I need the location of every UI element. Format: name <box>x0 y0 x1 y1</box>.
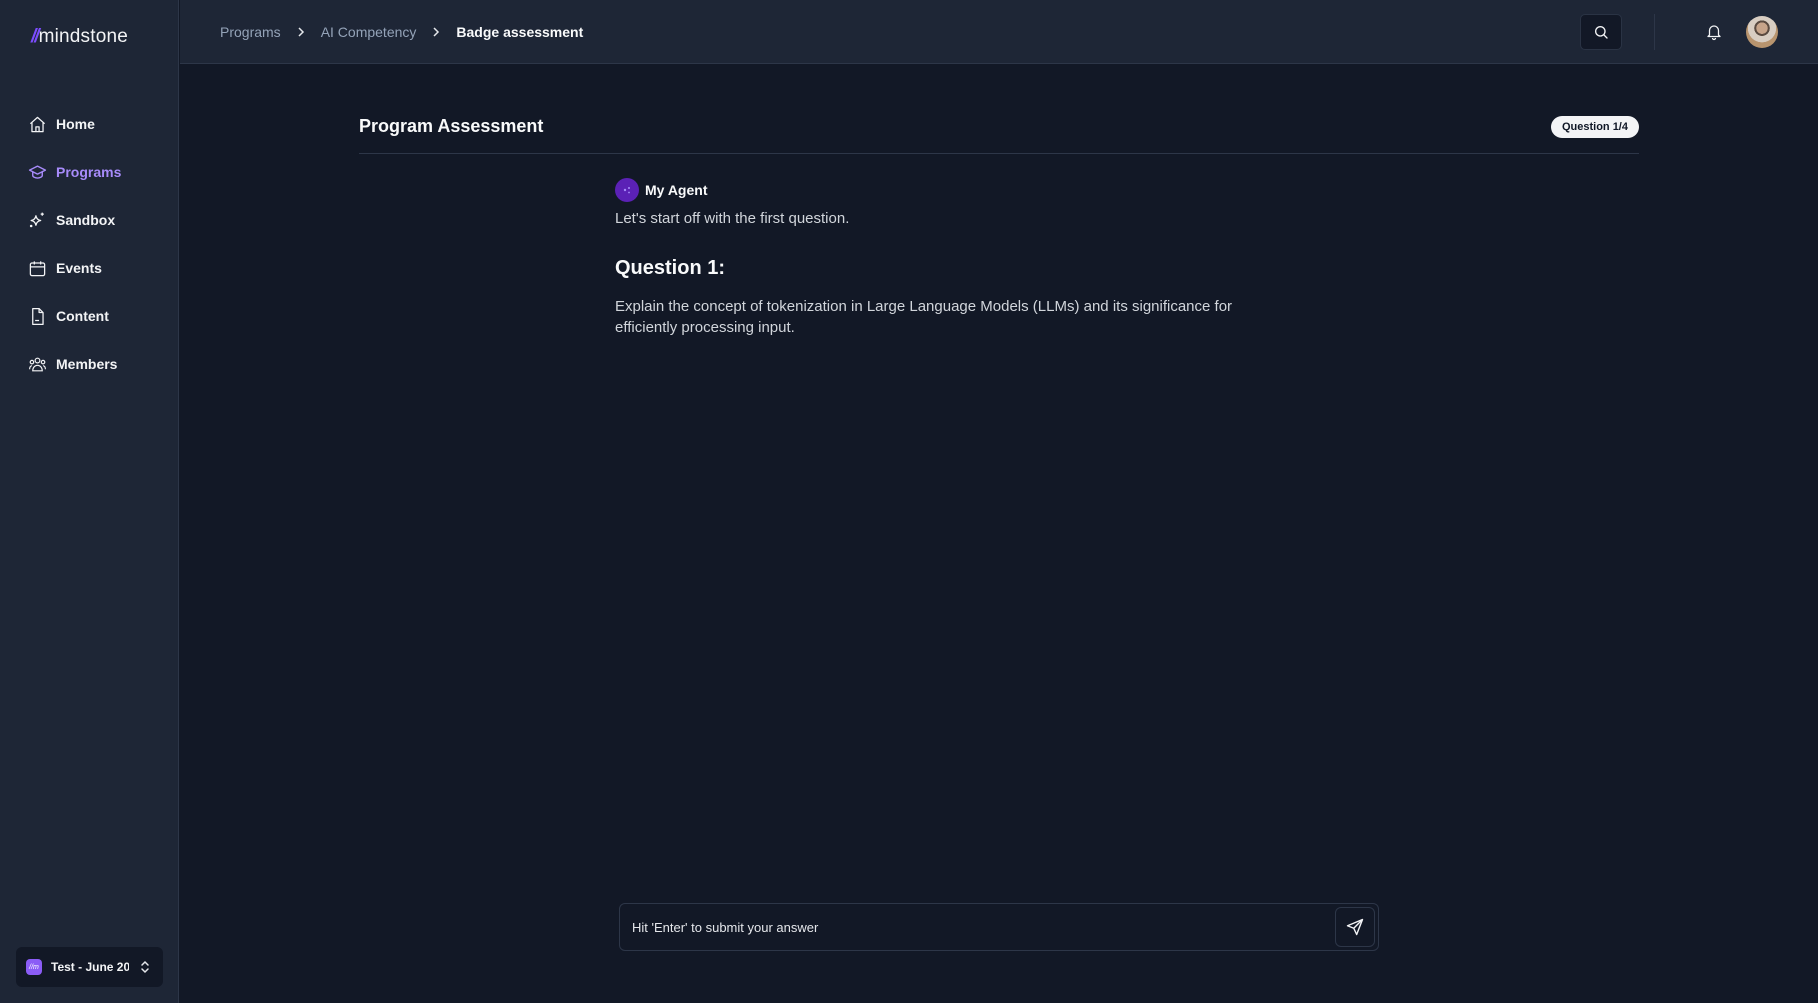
chevron-up-down-icon <box>141 960 149 974</box>
sidebar-item-home[interactable]: Home <box>0 100 179 148</box>
users-icon <box>28 357 47 371</box>
logo-text: mindstone <box>38 26 129 47</box>
sidebar-item-label: Home <box>56 116 95 132</box>
sparkles-icon <box>623 187 630 194</box>
sidebar-item-sandbox[interactable]: Sandbox <box>0 196 179 244</box>
chevron-right-icon <box>298 27 304 37</box>
sidebar-item-label: Content <box>56 308 109 324</box>
answer-input[interactable] <box>620 904 1335 950</box>
sparkles-icon <box>29 212 44 227</box>
page-title: Program Assessment <box>359 116 544 136</box>
home-icon <box>29 116 46 132</box>
breadcrumb-programs[interactable]: Programs <box>220 24 281 40</box>
agent-intro-text: Let's start off with the first question. <box>615 210 850 227</box>
sidebar-nav: Home Programs Sandbox Events Content Mem… <box>0 100 179 388</box>
divider <box>1654 14 1655 50</box>
sidebar-item-label: Programs <box>56 164 122 180</box>
document-icon <box>32 307 44 325</box>
user-avatar[interactable] <box>1746 16 1778 48</box>
workspace-switcher[interactable]: //m Test - June 20 <box>16 947 163 987</box>
breadcrumb: Programs AI Competency Badge assessment <box>220 0 583 64</box>
answer-composer <box>619 903 1379 951</box>
agent-header: My Agent <box>615 178 1315 202</box>
sidebar-item-programs[interactable]: Programs <box>0 148 179 196</box>
agent-name: My Agent <box>645 182 708 198</box>
chevron-right-icon <box>433 27 440 37</box>
sidebar-item-members[interactable]: Members <box>0 340 179 388</box>
assessment-header: Program Assessment Question 1/4 <box>359 100 1639 154</box>
notifications-button[interactable] <box>1702 20 1726 44</box>
workspace-name: Test - June 20 <box>51 960 129 974</box>
sidebar-item-label: Members <box>56 356 118 372</box>
question-text: Explain the concept of tokenization in L… <box>615 298 1233 336</box>
agent-message: My Agent Let's start off with the first … <box>615 178 1315 338</box>
question-title: Question 1: <box>615 257 726 279</box>
send-button[interactable] <box>1335 907 1375 947</box>
sidebar-item-content[interactable]: Content <box>0 292 179 340</box>
bell-icon <box>1707 25 1721 41</box>
sidebar-item-label: Events <box>56 260 102 276</box>
top-bar: Programs AI Competency Badge assessment <box>180 0 1818 64</box>
calendar-icon <box>29 260 46 276</box>
agent-avatar <box>615 178 639 202</box>
sidebar-item-label: Sandbox <box>56 212 116 228</box>
logo-mark: // <box>31 26 39 47</box>
sidebar-item-events[interactable]: Events <box>0 244 179 292</box>
graduation-cap-icon <box>28 164 47 179</box>
workspace-badge: //m <box>26 959 42 975</box>
search-button[interactable] <box>1580 14 1622 50</box>
breadcrumb-current: Badge assessment <box>456 24 584 40</box>
send-icon <box>1346 918 1364 936</box>
breadcrumb-ai-competency[interactable]: AI Competency <box>321 24 417 40</box>
sidebar: // mindstone Home Programs Sandbox Event… <box>0 0 179 1003</box>
mindstone-logo[interactable]: // mindstone <box>31 26 128 48</box>
search-icon <box>1595 26 1608 39</box>
question-progress-badge: Question 1/4 <box>1550 116 1639 138</box>
